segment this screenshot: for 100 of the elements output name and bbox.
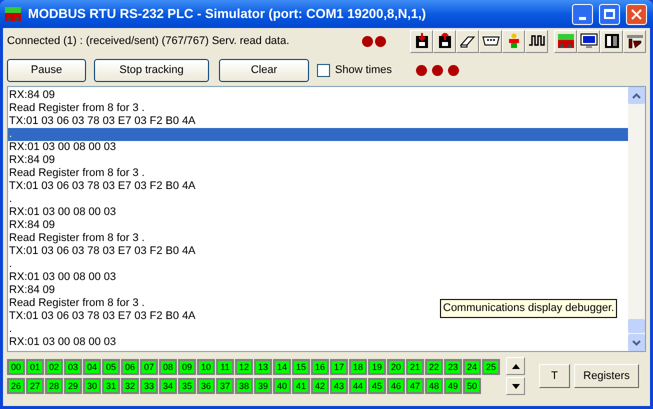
close-button[interactable] — [626, 4, 647, 24]
log-line[interactable]: . — [8, 258, 14, 271]
station-cell[interactable]: 13 — [254, 358, 272, 374]
scroll-thumb[interactable] — [628, 319, 645, 333]
log-line[interactable]: . — [8, 323, 14, 336]
log-line[interactable]: TX:01 03 06 03 78 03 E7 03 F2 B0 4A — [8, 115, 197, 128]
modbus-logo-icon[interactable] — [554, 30, 577, 52]
station-cell[interactable]: 39 — [254, 378, 272, 394]
toolbar-button[interactable]: Stop tracking — [94, 58, 209, 82]
station-cell[interactable]: 26 — [7, 378, 25, 394]
station-cell[interactable]: 06 — [121, 358, 139, 374]
station-cell[interactable]: 48 — [425, 378, 443, 394]
checkbox[interactable] — [317, 64, 330, 76]
up-arrow-icon — [512, 364, 520, 368]
station-cell[interactable]: 19 — [368, 358, 386, 374]
log-line[interactable]: Read Register from 8 for 3 . — [8, 232, 146, 245]
log-line[interactable]: Read Register from 8 for 3 . — [8, 167, 146, 180]
station-cell[interactable]: 10 — [197, 358, 215, 374]
eraser-icon[interactable] — [456, 30, 479, 52]
station-cell[interactable]: 43 — [330, 378, 348, 394]
monitor-icon[interactable] — [577, 30, 600, 52]
station-cell[interactable]: 07 — [140, 358, 158, 374]
log-line[interactable]: RX:01 03 00 08 00 03 — [8, 206, 118, 219]
station-cell[interactable]: 29 — [64, 378, 82, 394]
station-cell[interactable]: 23 — [444, 358, 462, 374]
log-line[interactable]: RX:84 09 — [8, 284, 56, 297]
registers-button[interactable]: Registers — [574, 364, 639, 388]
com-port-icon[interactable] — [623, 30, 646, 52]
station-cell[interactable]: 37 — [216, 378, 234, 394]
indicator-lamp-icon — [362, 36, 373, 46]
station-cell[interactable]: 50 — [463, 378, 481, 394]
station-cell[interactable]: 01 — [26, 358, 44, 374]
toolbar-button[interactable]: Clear — [219, 58, 309, 82]
serial-port-icon[interactable] — [479, 30, 502, 52]
scroll-down-icon — [632, 340, 641, 346]
modbus-logo-icon — [4, 6, 22, 22]
station-cell[interactable]: 46 — [387, 378, 405, 394]
minimize-button[interactable] — [572, 4, 593, 24]
indicator-lamp-icon — [416, 64, 427, 76]
station-cell[interactable]: 49 — [444, 378, 462, 394]
log-line[interactable]: RX:84 09 — [8, 219, 56, 232]
station-cell[interactable]: 11 — [216, 358, 234, 374]
station-cell[interactable]: 21 — [406, 358, 424, 374]
station-cell[interactable]: 30 — [83, 378, 101, 394]
station-cell[interactable]: 00 — [7, 358, 25, 374]
down-arrow-icon — [512, 384, 520, 388]
station-cell[interactable]: 08 — [159, 358, 177, 374]
station-cell[interactable]: 47 — [406, 378, 424, 394]
station-cell[interactable]: 09 — [178, 358, 196, 374]
toolbar-button[interactable]: Pause — [7, 58, 86, 82]
log-line[interactable]: RX:01 03 00 08 00 03 — [8, 271, 118, 284]
log-line[interactable]: TX:01 03 06 03 78 03 E7 03 F2 B0 4A — [8, 245, 197, 258]
log-line[interactable]: Read Register from 8 for 3 . — [8, 297, 146, 310]
indicator-lamp-icon — [375, 36, 386, 46]
log-line[interactable]: . — [8, 193, 14, 206]
station-cell[interactable]: 18 — [349, 358, 367, 374]
station-cell[interactable]: 31 — [102, 378, 120, 394]
station-cell[interactable]: 04 — [83, 358, 101, 374]
log-line[interactable]: RX:01 03 00 08 00 03 — [8, 141, 118, 154]
station-cell[interactable]: 16 — [311, 358, 329, 374]
log-line[interactable]: RX:84 09 — [8, 154, 56, 167]
station-cell[interactable]: 15 — [292, 358, 310, 374]
t-button[interactable]: T — [539, 364, 570, 388]
station-cell[interactable]: 42 — [311, 378, 329, 394]
log-line[interactable]: Read Register from 8 for 3 . — [8, 102, 146, 115]
scrollbar[interactable] — [628, 87, 645, 351]
station-cell[interactable]: 27 — [26, 378, 44, 394]
log-line[interactable]: TX:01 03 06 03 78 03 E7 03 F2 B0 4A — [8, 310, 197, 323]
station-cell[interactable]: 40 — [273, 378, 291, 394]
station-cell[interactable]: 38 — [235, 378, 253, 394]
station-cell[interactable]: 14 — [273, 358, 291, 374]
station-cell[interactable]: 03 — [64, 358, 82, 374]
maximize-button[interactable] — [599, 4, 620, 24]
station-cell[interactable]: 22 — [425, 358, 443, 374]
status-text: Connected (1) : (received/sent) (767/767) Serv. read data. — [7, 34, 290, 49]
station-cell[interactable]: 17 — [330, 358, 348, 374]
station-cell[interactable]: 28 — [45, 378, 63, 394]
log-line[interactable]: TX:01 03 06 03 78 03 E7 03 F2 B0 4A — [8, 180, 197, 193]
person-icon[interactable] — [502, 30, 525, 52]
station-cell[interactable]: 12 — [235, 358, 253, 374]
station-cell[interactable]: 41 — [292, 378, 310, 394]
log-line[interactable]: RX:84 09 — [8, 89, 56, 102]
scroll-down-button[interactable] — [506, 377, 525, 395]
panel-icon[interactable] — [600, 30, 623, 52]
station-cell[interactable]: 24 — [463, 358, 481, 374]
log-line[interactable]: RX:01 03 00 08 00 03 — [8, 336, 118, 349]
station-cell[interactable]: 36 — [197, 378, 215, 394]
station-cell[interactable]: 25 — [482, 358, 500, 374]
station-cell[interactable]: 05 — [102, 358, 120, 374]
station-cell[interactable]: 02 — [45, 358, 63, 374]
station-cell[interactable]: 33 — [140, 378, 158, 394]
station-cell[interactable]: 32 — [121, 378, 139, 394]
station-cell[interactable]: 34 — [159, 378, 177, 394]
station-cell[interactable]: 20 — [387, 358, 405, 374]
scroll-up-button[interactable] — [506, 357, 525, 375]
square-wave-icon[interactable] — [525, 30, 548, 52]
station-cell[interactable]: 44 — [349, 378, 367, 394]
station-cell[interactable]: 45 — [368, 378, 386, 394]
indicator-lamp-icon — [448, 64, 459, 76]
station-cell[interactable]: 35 — [178, 378, 196, 394]
